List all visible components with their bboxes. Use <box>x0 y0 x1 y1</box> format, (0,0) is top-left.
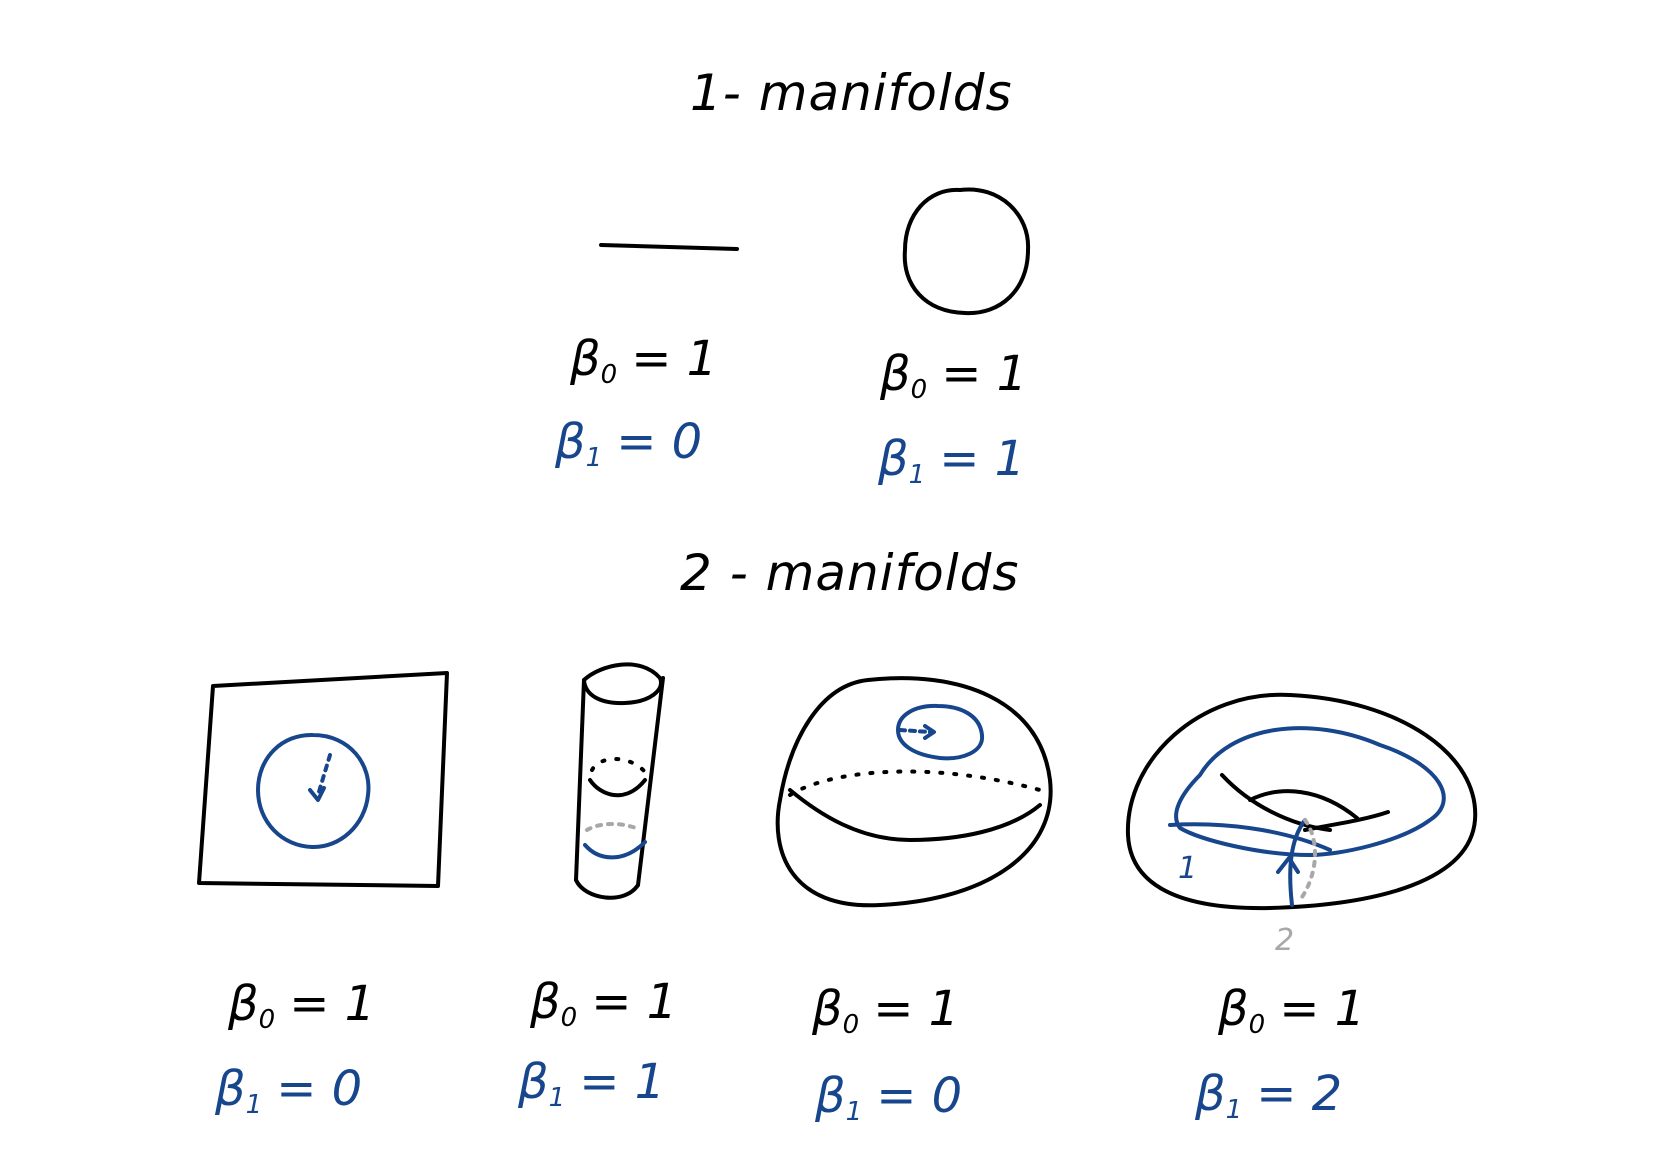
circle-shape <box>902 187 1031 316</box>
plane-shape <box>197 671 449 888</box>
line-segment-shape <box>599 243 739 251</box>
svg-text:β1= 2: β1 = 2 <box>1194 1066 1342 1125</box>
svg-text:β0= 1: β0 = 1 <box>529 974 677 1033</box>
betti-label-torus: β0 = 1 β1 = 2 <box>1194 981 1365 1125</box>
betti-label-line-segment: β0 = 1 β1 = 0 <box>554 331 717 473</box>
svg-text:β1= 0: β1 = 0 <box>814 1068 962 1127</box>
betti-label-plane: β0 = 1 β1 = 0 <box>214 976 375 1120</box>
sphere-shape <box>775 676 1053 908</box>
svg-text:β1= 0: β1 = 0 <box>554 414 702 473</box>
title-2-manifolds: 2 - manifolds <box>680 544 1019 602</box>
cylinder-shape <box>574 662 665 900</box>
betti-label-circle: β0 = 1 β1 = 1 <box>877 346 1027 490</box>
svg-text:β0= 1: β0 = 1 <box>1217 981 1365 1040</box>
torus-shape: 1 2 <box>1125 692 1478 958</box>
svg-text:β1= 0: β1 = 0 <box>214 1061 362 1120</box>
svg-text:β0= 1: β0 = 1 <box>569 331 717 390</box>
svg-text:β1= 1: β1 = 1 <box>517 1054 665 1113</box>
svg-text:β1= 1: β1 = 1 <box>877 431 1025 490</box>
betti-label-cylinder: β0 = 1 β1 = 1 <box>517 974 677 1113</box>
torus-loop-1-label: 1 <box>1178 851 1197 886</box>
svg-text:β0= 1: β0 = 1 <box>811 981 959 1040</box>
torus-loop-2-label: 2 <box>1275 923 1294 958</box>
betti-label-sphere: β0 = 1 β1 = 0 <box>811 981 962 1127</box>
svg-text:β0= 1: β0 = 1 <box>879 346 1027 405</box>
svg-text:β0= 1: β0 = 1 <box>227 976 375 1035</box>
title-1-manifolds: 1- manifolds <box>690 64 1013 122</box>
betti-numbers-diagram: 1- manifolds 2 - manifolds β0 = 1 β1 = 0 β… <box>197 64 1478 1127</box>
